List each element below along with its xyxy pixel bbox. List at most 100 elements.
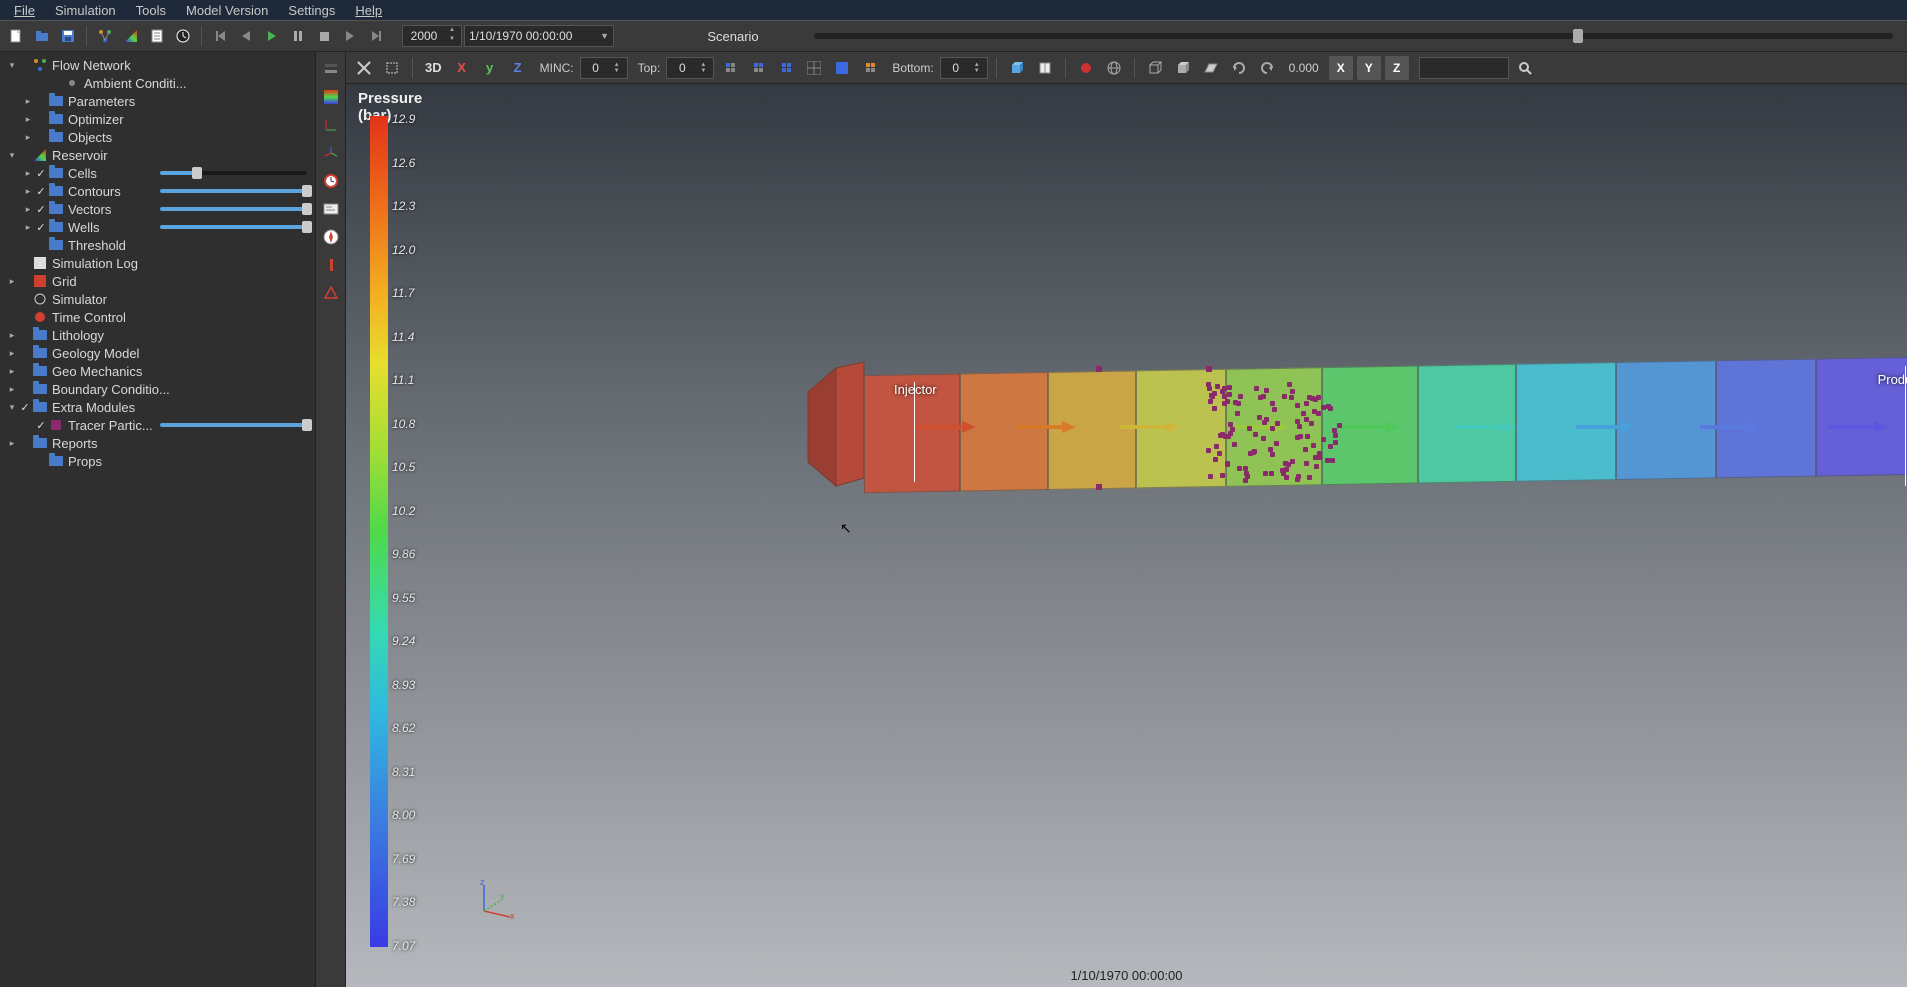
clock-icon[interactable] [320,170,342,192]
view-z-button[interactable]: Z [506,56,530,80]
step-fwd-icon[interactable] [338,24,362,48]
text-box-icon[interactable] [320,198,342,220]
select-rect-icon[interactable] [380,56,404,80]
opacity-slider[interactable] [160,189,307,193]
tree-item-reports[interactable]: ▸Reports [0,434,315,452]
axes-xyz-icon[interactable] [320,142,342,164]
datetime-select[interactable]: 1/10/1970 00:00:00▼ [464,25,614,47]
plane-icon[interactable] [1199,56,1223,80]
menu-bar: File Simulation Tools Model Version Sett… [0,0,1907,20]
tree-item-contours[interactable]: ▸✓Contours [0,182,315,200]
tracer-icon[interactable] [320,282,342,304]
axis-y-icon[interactable]: Y [1357,56,1381,80]
opacity-slider[interactable] [160,423,307,427]
axis-x-icon[interactable]: X [1329,56,1353,80]
time-control-icon[interactable] [171,24,195,48]
skip-start-icon[interactable] [208,24,232,48]
tree-item-flow-network[interactable]: ▾Flow Network [0,56,315,74]
legend-tick: 10.2 [392,504,434,518]
tree-item-parameters[interactable]: ▸Parameters [0,92,315,110]
legend-tick: 9.55 [392,591,434,605]
color-scale-icon[interactable] [320,86,342,108]
svg-text:x: x [510,911,515,919]
tree-item-geology-model[interactable]: ▸Geology Model [0,344,315,362]
axis-z-icon[interactable]: Z [1385,56,1409,80]
step-input[interactable] [403,29,445,43]
view-scale-icon[interactable] [320,58,342,80]
grid-grey-icon[interactable] [802,56,826,80]
time-slider[interactable] [814,33,1893,39]
tree-item-tracer-partic-[interactable]: ✓Tracer Partic... [0,416,315,434]
layer-top1-icon[interactable] [718,56,742,80]
opacity-slider[interactable] [160,225,307,229]
menu-simulation[interactable]: Simulation [45,2,126,19]
tree-item-ambient-conditi-[interactable]: Ambient Conditi... [0,74,315,92]
layer-orange-icon[interactable] [858,56,882,80]
opacity-slider[interactable] [160,207,307,211]
log-icon[interactable] [145,24,169,48]
tree-item-extra-modules[interactable]: ▾✓Extra Modules [0,398,315,416]
view-y-button[interactable]: y [478,56,502,80]
menu-settings[interactable]: Settings [278,2,345,19]
record-icon[interactable] [1074,56,1098,80]
search-box[interactable] [1419,57,1509,79]
box-solid-icon[interactable] [1171,56,1195,80]
book-icon[interactable] [1033,56,1057,80]
menu-help[interactable]: Help [345,2,392,19]
search-icon[interactable] [1513,56,1537,80]
step-spinner[interactable]: ▲▼ [402,25,462,47]
new-file-icon[interactable] [4,24,28,48]
minc-spinner[interactable]: ▲▼ [580,57,628,79]
tree-panel[interactable]: ▾Flow NetworkAmbient Conditi...▸Paramete… [0,52,316,987]
tree-item-vectors[interactable]: ▸✓Vectors [0,200,315,218]
top-spinner[interactable]: ▲▼ [666,57,714,79]
tree-item-boundary-conditio-[interactable]: ▸Boundary Conditio... [0,380,315,398]
open-file-icon[interactable] [30,24,54,48]
view-3d-button[interactable]: 3D [421,56,446,80]
legend-tick: 8.00 [392,808,434,822]
well-icon[interactable] [320,254,342,276]
box-wire-icon[interactable] [1143,56,1167,80]
view-x-button[interactable]: X [450,56,474,80]
cube-tool-icon[interactable] [1005,56,1029,80]
compass-icon[interactable] [320,226,342,248]
layer-blue-icon[interactable] [830,56,854,80]
opacity-slider[interactable] [160,171,307,175]
play-icon[interactable] [260,24,284,48]
tree-item-cells[interactable]: ▸✓Cells [0,164,315,182]
tree-item-threshold[interactable]: Threshold [0,236,315,254]
skip-end-icon[interactable] [364,24,388,48]
flow-vector-arrow [916,420,976,437]
tree-item-simulator[interactable]: Simulator [0,290,315,308]
flow-vector-arrow [1016,420,1076,437]
axes-xy-icon[interactable] [320,114,342,136]
pause-icon[interactable] [286,24,310,48]
tree-item-optimizer[interactable]: ▸Optimizer [0,110,315,128]
save-file-icon[interactable] [56,24,80,48]
tree-item-lithology[interactable]: ▸Lithology [0,326,315,344]
rotate-cw-icon[interactable] [1227,56,1251,80]
bottom-spinner[interactable]: ▲▼ [940,57,988,79]
tree-item-simulation-log[interactable]: Simulation Log [0,254,315,272]
tree-item-objects[interactable]: ▸Objects [0,128,315,146]
tree-item-props[interactable]: Props [0,452,315,470]
tree-item-reservoir[interactable]: ▾Reservoir [0,146,315,164]
search-input[interactable] [1424,61,1504,75]
layer-top3-icon[interactable] [774,56,798,80]
viewport-3d[interactable]: Pressure (bar) 12.912.612.312.011.711.41… [346,84,1907,987]
menu-model-version[interactable]: Model Version [176,2,278,19]
tree-item-geo-mechanics[interactable]: ▸Geo Mechanics [0,362,315,380]
tree-item-time-control[interactable]: Time Control [0,308,315,326]
tree-item-grid[interactable]: ▸Grid [0,272,315,290]
menu-file[interactable]: File [4,2,45,19]
flow-network-icon[interactable] [93,24,117,48]
tree-item-wells[interactable]: ▸✓Wells [0,218,315,236]
step-back-icon[interactable] [234,24,258,48]
select-cross-icon[interactable] [352,56,376,80]
menu-tools[interactable]: Tools [126,2,176,19]
layer-top2-icon[interactable] [746,56,770,80]
reservoir-icon[interactable] [119,24,143,48]
stop-icon[interactable] [312,24,336,48]
rotate-ccw-icon[interactable] [1255,56,1279,80]
globe-icon[interactable] [1102,56,1126,80]
